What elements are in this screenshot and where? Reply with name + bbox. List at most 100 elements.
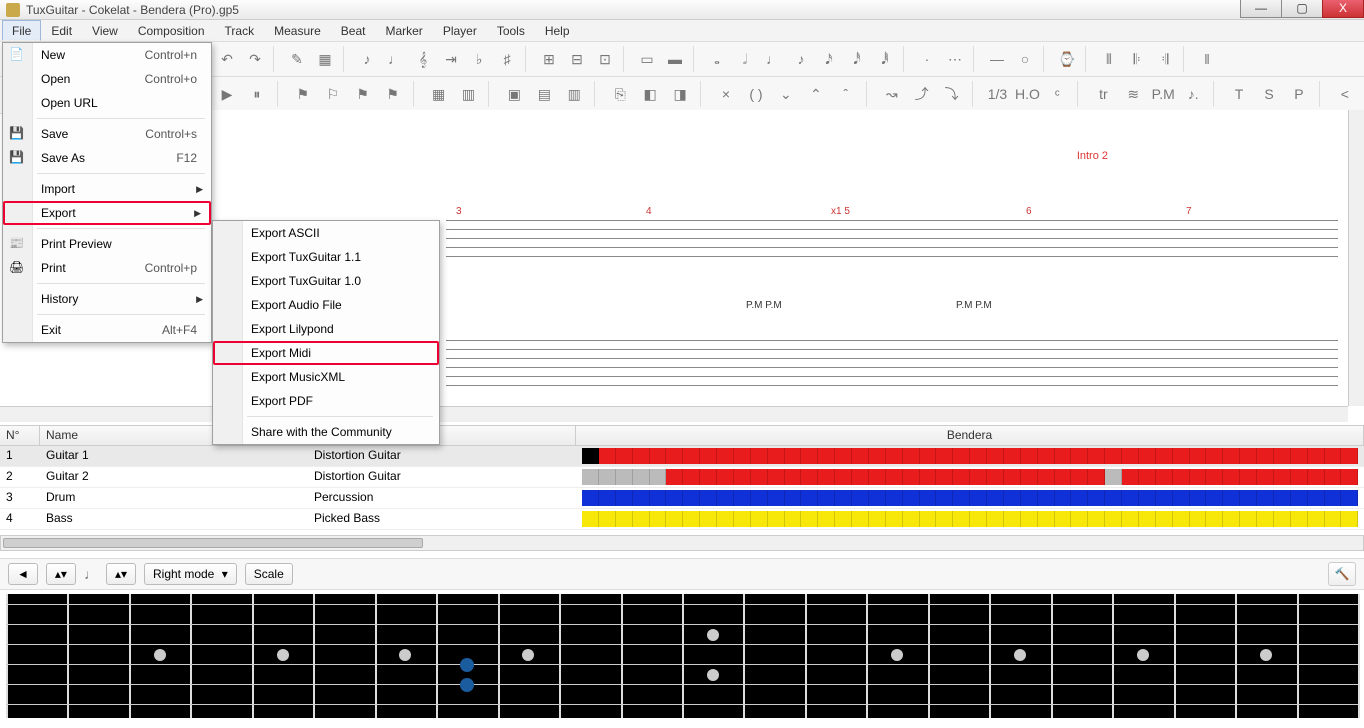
export-menu-export-ascii[interactable]: Export ASCII — [213, 221, 439, 245]
toolbar-button[interactable]: ⏸ — [244, 81, 270, 107]
toolbar-button[interactable]: ˆ — [833, 81, 859, 107]
toolbar-button[interactable]: ♩ — [760, 46, 786, 72]
file-menu-open-url[interactable]: Open URL — [3, 91, 211, 115]
menu-track[interactable]: Track — [215, 20, 265, 41]
toolbar-button[interactable]: ⋯ — [942, 46, 968, 72]
toolbar-button[interactable]: ♪ — [788, 46, 814, 72]
menu-edit[interactable]: Edit — [41, 20, 82, 41]
toolbar-button[interactable]: ↶ — [214, 46, 240, 72]
toolbar-button[interactable]: 𝄞 — [410, 46, 436, 72]
score-vscroll[interactable] — [1348, 110, 1364, 406]
export-menu-export-midi[interactable]: Export Midi — [213, 341, 439, 365]
export-menu-export-pdf[interactable]: Export PDF — [213, 389, 439, 413]
mode-select[interactable]: Right mode ▾ — [144, 563, 237, 585]
toolbar-button[interactable]: ♪. — [1180, 81, 1206, 107]
toolbar-button[interactable]: ⤴ — [909, 81, 935, 107]
toolbar-button[interactable]: ○ — [1012, 46, 1038, 72]
toolbar-button[interactable]: ▦ — [312, 46, 338, 72]
toolbar-button[interactable]: ⌚ — [1054, 46, 1080, 72]
fretboard[interactable] — [6, 594, 1358, 718]
toolbar-button[interactable]: ( ) — [743, 81, 769, 107]
score-hscroll[interactable] — [0, 406, 1348, 422]
toolbar-button[interactable]: ⊞ — [536, 46, 562, 72]
menu-marker[interactable]: Marker — [375, 20, 432, 41]
toolbar-button[interactable]: ≋ — [1120, 81, 1146, 107]
toolbar-button[interactable]: ▦ — [426, 81, 452, 107]
toolbar-button[interactable]: S — [1256, 81, 1282, 107]
file-menu-import[interactable]: Import▶ — [3, 177, 211, 201]
toolbar-button[interactable]: 𝅗𝅥 — [732, 46, 758, 72]
stepper[interactable]: ▴▾ — [46, 563, 76, 585]
toolbar-button[interactable]: ⫴ — [1096, 46, 1122, 72]
toolbar-button[interactable]: 𝅘𝅥𝅯 — [816, 46, 842, 72]
export-menu-share-with-the-community[interactable]: Share with the Community — [213, 420, 439, 444]
toolbar-button[interactable]: ͨ — [1044, 81, 1070, 107]
export-menu-export-musicxml[interactable]: Export MusicXML — [213, 365, 439, 389]
toolbar-button[interactable]: 𝅝 — [704, 46, 730, 72]
file-menu-open[interactable]: OpenControl+o — [3, 67, 211, 91]
prev-button[interactable]: ◄ — [8, 563, 38, 585]
toolbar-button[interactable]: ▣ — [501, 81, 527, 107]
toolbar-button[interactable]: ‖ — [1194, 46, 1220, 72]
menu-measure[interactable]: Measure — [264, 20, 331, 41]
scale-button[interactable]: Scale — [245, 563, 293, 585]
toolbar-button[interactable]: 1/3 — [985, 81, 1011, 107]
toolbar-button[interactable]: ♯ — [494, 46, 520, 72]
menu-composition[interactable]: Composition — [128, 20, 215, 41]
toolbar-button[interactable]: H.O — [1014, 81, 1040, 107]
menu-view[interactable]: View — [82, 20, 128, 41]
track-row[interactable]: 3DrumPercussion — [0, 488, 1364, 509]
maximize-button[interactable]: ▢ — [1281, 0, 1323, 18]
toolbar-button[interactable]: ▤ — [531, 81, 557, 107]
toolbar-button[interactable]: ⇥ — [438, 46, 464, 72]
track-row[interactable]: 2Guitar 2Distortion Guitar — [0, 467, 1364, 488]
toolbar-button[interactable]: ▬ — [662, 46, 688, 72]
toolbar-button[interactable]: ↝ — [879, 81, 905, 107]
toolbar-button[interactable]: ⚑ — [350, 81, 376, 107]
toolbar-button[interactable]: ↷ — [242, 46, 268, 72]
toolbar-button[interactable]: ⤵ — [939, 81, 965, 107]
toolbar-button[interactable]: ✎ — [284, 46, 310, 72]
export-menu-export-lilypond[interactable]: Export Lilypond — [213, 317, 439, 341]
menu-help[interactable]: Help — [535, 20, 580, 41]
toolbar-button[interactable]: ▥ — [561, 81, 587, 107]
file-menu-export[interactable]: Export▶ — [3, 201, 211, 225]
track-row[interactable]: 4BassPicked Bass — [0, 509, 1364, 530]
export-menu-export-tuxguitar-1.0[interactable]: Export TuxGuitar 1.0 — [213, 269, 439, 293]
toolbar-button[interactable]: ⊟ — [564, 46, 590, 72]
export-menu-export-tuxguitar-1.1[interactable]: Export TuxGuitar 1.1 — [213, 245, 439, 269]
stepper2[interactable]: ▴▾ — [106, 563, 136, 585]
toolbar-button[interactable]: ⚑ — [380, 81, 406, 107]
col-song[interactable]: Bendera — [576, 426, 1364, 445]
track-hscroll[interactable] — [0, 535, 1364, 551]
toolbar-button[interactable]: ⌃ — [803, 81, 829, 107]
file-menu-save-as[interactable]: Save AsF12💾 — [3, 146, 211, 170]
toolbar-button[interactable]: ⚐ — [320, 81, 346, 107]
toolbar-button[interactable]: T — [1226, 81, 1252, 107]
file-menu-save[interactable]: SaveControl+s💾 — [3, 122, 211, 146]
toolbar-button[interactable]: P.M — [1150, 81, 1176, 107]
menu-player[interactable]: Player — [433, 20, 487, 41]
toolbar-button[interactable]: ⎘ — [607, 81, 633, 107]
toolbar-button[interactable]: ▭ — [634, 46, 660, 72]
toolbar-button[interactable]: ⌄ — [773, 81, 799, 107]
toolbar-button[interactable]: ⚑ — [290, 81, 316, 107]
menu-tools[interactable]: Tools — [487, 20, 535, 41]
toolbar-button[interactable]: ♭ — [466, 46, 492, 72]
toolbar-button[interactable]: 𝅘𝅥𝅱 — [872, 46, 898, 72]
export-menu-export-audio-file[interactable]: Export Audio File — [213, 293, 439, 317]
file-menu-history[interactable]: History▶ — [3, 287, 211, 311]
toolbar-button[interactable]: < — [1332, 81, 1358, 107]
toolbar-button[interactable]: — — [984, 46, 1010, 72]
file-menu-new[interactable]: NewControl+n📄 — [3, 43, 211, 67]
toolbar-button[interactable]: · — [914, 46, 940, 72]
toolbar-button[interactable]: ▥ — [456, 81, 482, 107]
toolbar-button[interactable]: ⊡ — [592, 46, 618, 72]
toolbar-button[interactable]: 𝅘𝅥𝅰 — [844, 46, 870, 72]
track-row[interactable]: 1Guitar 1Distortion Guitar — [0, 446, 1364, 467]
toolbar-button[interactable]: × — [713, 81, 739, 107]
toolbar-button[interactable]: ♩ — [382, 46, 408, 72]
toolbar-button[interactable]: ◧ — [637, 81, 663, 107]
toolbar-button[interactable]: ▶ — [214, 81, 240, 107]
menu-beat[interactable]: Beat — [331, 20, 376, 41]
